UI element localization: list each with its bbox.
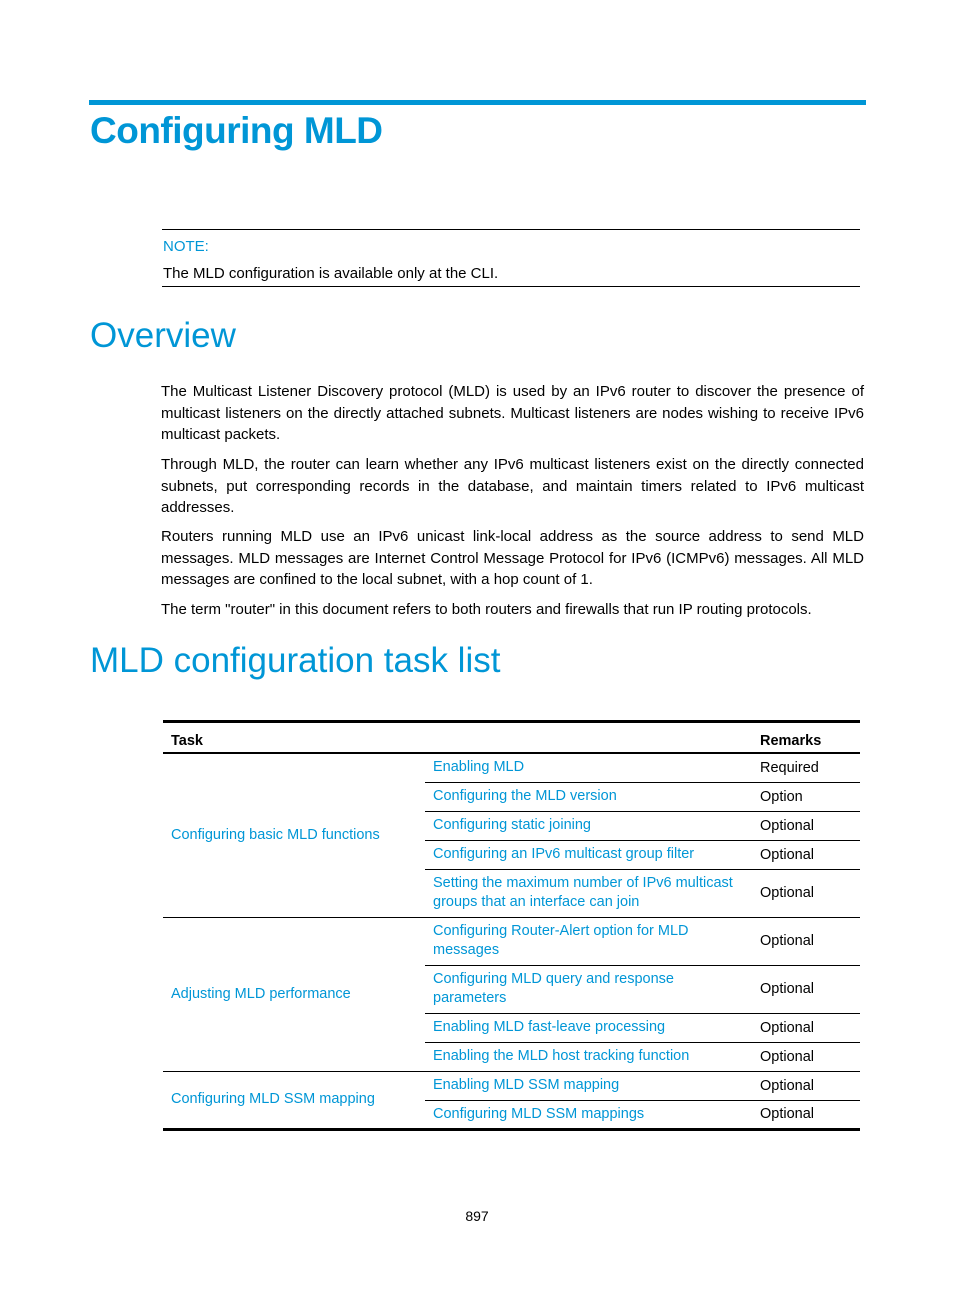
overview-paragraph: The Multicast Listener Discovery protoco… [161,383,864,443]
task-remarks: Optional [752,1042,860,1072]
note-label: NOTE: [163,238,209,255]
task-remarks: Optional [752,840,860,870]
task-list-heading: MLD configuration task list [90,641,501,680]
task-link[interactable]: Enabling MLD SSM mapping [425,1071,752,1101]
overview-heading: Overview [90,316,236,355]
task-remarks: Optional [752,917,860,966]
task-link[interactable]: Setting the maximum number of IPv6 multi… [425,869,752,918]
task-link[interactable]: Enabling MLD fast-leave processing [425,1013,752,1043]
table-row: Configuring MLD SSM mapping Enabling MLD… [163,1071,860,1131]
page-number: 897 [465,1208,489,1224]
overview-paragraph: Routers running MLD use an IPv6 unicast … [161,528,864,588]
chapter-title-rule [89,100,866,105]
task-remarks: Optional [752,811,860,841]
overview-paragraph: The term "router" in this document refer… [161,601,812,618]
task-link[interactable]: Configuring MLD query and response param… [425,965,752,1014]
task-link[interactable]: Configuring static joining [425,811,752,841]
task-remarks: Option [752,782,860,812]
task-link[interactable]: Enabling MLD [425,753,752,783]
overview-paragraph: Through MLD, the router can learn whethe… [161,456,864,516]
note-text: The MLD configuration is available only … [163,265,499,282]
table-row: Adjusting MLD performance Configuring Ro… [163,917,860,1072]
chapter-title: Configuring MLD [90,110,383,151]
task-remarks: Required [752,753,860,783]
column-header-remarks: Remarks [752,720,860,754]
task-group-link[interactable]: Configuring basic MLD functions [163,753,425,918]
task-table: Task Remarks Configuring basic MLD funct… [163,720,860,1131]
table-row: Configuring basic MLD functions Enabling… [163,753,860,918]
task-remarks: Optional [752,965,860,1014]
task-link[interactable]: Configuring an IPv6 multicast group filt… [425,840,752,870]
task-link[interactable]: Enabling the MLD host tracking function [425,1042,752,1072]
task-link[interactable]: Configuring Router-Alert option for MLD … [425,917,752,966]
task-remarks: Optional [752,1071,860,1101]
table-header-row: Task Remarks [163,720,860,754]
task-remarks: Optional [752,1100,860,1131]
column-header-task: Task [163,720,752,754]
task-group-link[interactable]: Adjusting MLD performance [163,917,425,1072]
task-group-link[interactable]: Configuring MLD SSM mapping [163,1071,425,1131]
note-box: NOTE: The MLD configuration is available… [162,229,860,287]
task-link[interactable]: Configuring MLD SSM mappings [425,1100,752,1131]
task-remarks: Optional [752,869,860,918]
task-remarks: Optional [752,1013,860,1043]
task-link[interactable]: Configuring the MLD version [425,782,752,812]
